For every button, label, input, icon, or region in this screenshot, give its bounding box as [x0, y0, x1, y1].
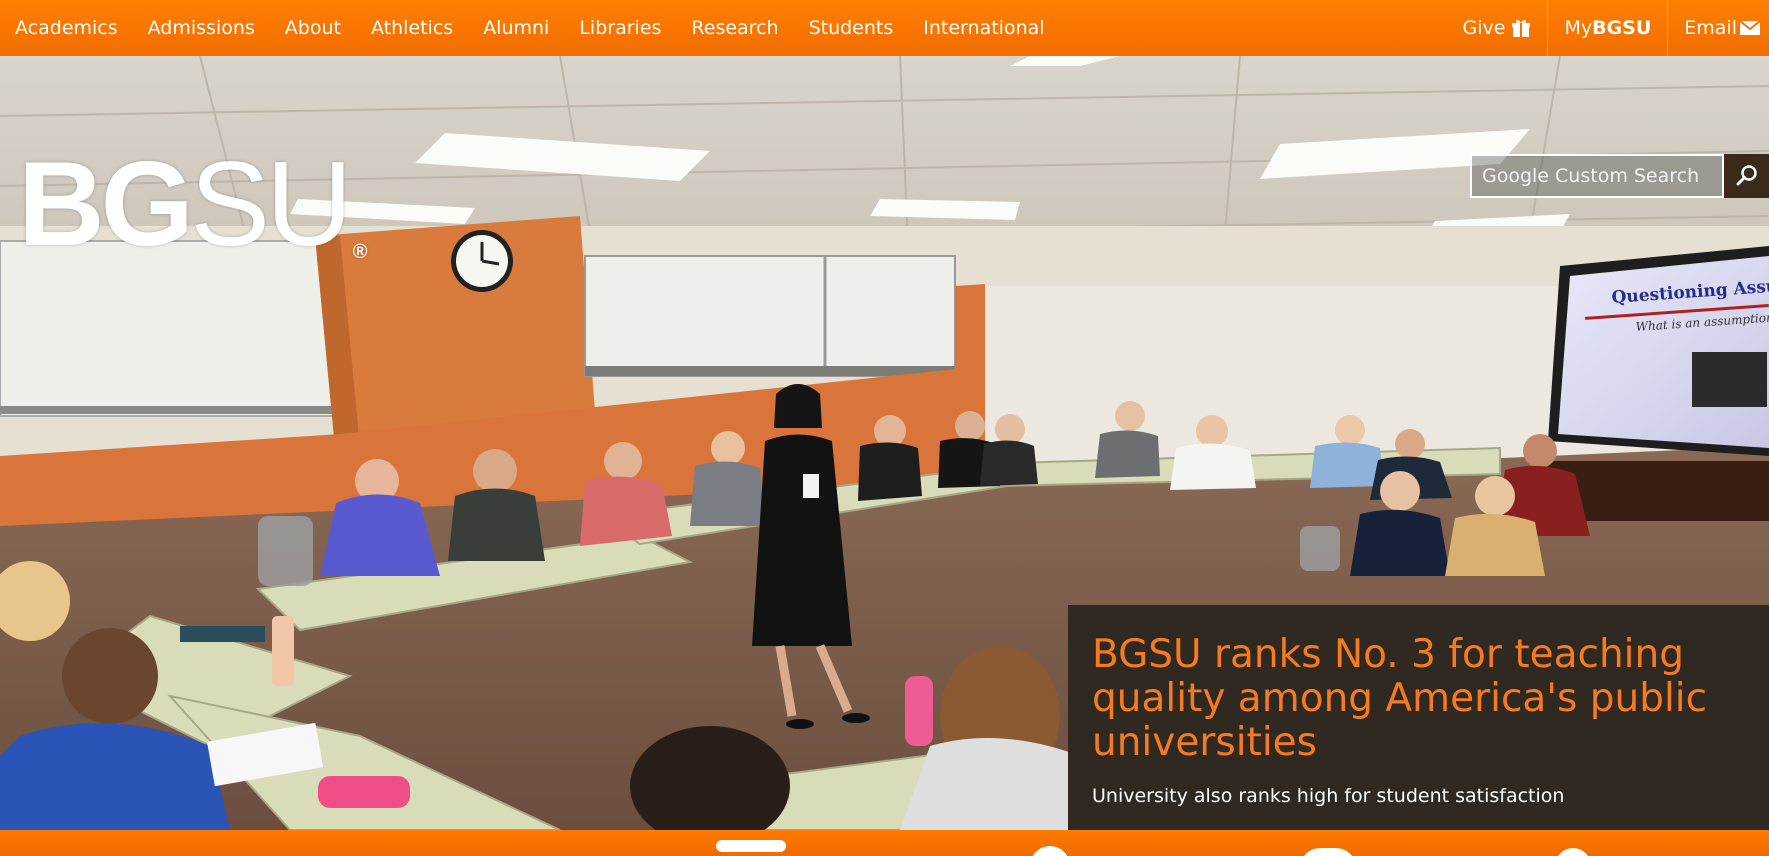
nav-link-students[interactable]: Students: [794, 0, 909, 56]
primary-nav: Academics Admissions About Athletics Alu…: [0, 0, 1060, 56]
search-input[interactable]: [1470, 154, 1724, 198]
nav-item-mybgsu: My BGSU: [1547, 0, 1667, 56]
utility-nav: Give My BGSU Email: [1447, 0, 1769, 56]
mybgsu-prefix: My: [1564, 17, 1593, 39]
nav-item-international: International: [908, 0, 1059, 56]
nav-link-libraries[interactable]: Libraries: [564, 0, 676, 56]
quicklink-icon-peek: [716, 840, 786, 852]
email-label: Email: [1684, 17, 1737, 39]
envelope-icon: [1739, 19, 1761, 37]
nav-link-athletics[interactable]: Athletics: [356, 0, 468, 56]
top-navigation: Academics Admissions About Athletics Alu…: [0, 0, 1769, 56]
nav-item-students: Students: [794, 0, 909, 56]
nav-item-admissions: Admissions: [133, 0, 270, 56]
quicklink-icon-peek: [1030, 846, 1070, 856]
mybgsu-link[interactable]: My BGSU: [1548, 0, 1667, 56]
nav-link-international[interactable]: International: [908, 0, 1059, 56]
logo-registered-mark: ®: [352, 241, 368, 263]
nav-item-research: Research: [676, 0, 793, 56]
nav-item-athletics: Athletics: [356, 0, 468, 56]
feature-headline[interactable]: BGSU ranks No. 3 for teaching quality am…: [1092, 633, 1745, 765]
nav-item-libraries: Libraries: [564, 0, 676, 56]
logo-su-text: SU: [190, 137, 353, 271]
site-search: [1470, 154, 1769, 198]
nav-link-academics[interactable]: Academics: [0, 0, 133, 56]
gift-icon: [1511, 18, 1531, 38]
logo-bg-text: BG: [18, 137, 194, 271]
quicklink-icon-peek: [1555, 848, 1591, 856]
bottom-feature-bar: [0, 830, 1769, 856]
nav-link-alumni[interactable]: Alumni: [468, 0, 564, 56]
give-label: Give: [1462, 17, 1506, 39]
nav-item-give: Give: [1447, 0, 1548, 56]
bgsu-logo[interactable]: BG SU ®: [18, 144, 367, 264]
nav-item-academics: Academics: [0, 0, 133, 56]
hero-section: Questioning Assumpt What is an assumptio…: [0, 56, 1769, 830]
feature-subtext: University also ranks high for student s…: [1092, 785, 1565, 807]
search-button[interactable]: [1724, 154, 1769, 198]
feature-story-panel[interactable]: BGSU ranks No. 3 for teaching quality am…: [1068, 605, 1769, 830]
nav-item-email: Email: [1667, 0, 1769, 56]
email-link[interactable]: Email: [1668, 0, 1769, 56]
mybgsu-strong: BGSU: [1592, 17, 1652, 39]
give-link[interactable]: Give: [1447, 0, 1548, 56]
nav-link-admissions[interactable]: Admissions: [133, 0, 270, 56]
search-icon: [1736, 164, 1758, 189]
nav-item-about: About: [270, 0, 356, 56]
nav-item-alumni: Alumni: [468, 0, 564, 56]
nav-link-about[interactable]: About: [270, 0, 356, 56]
quicklink-icon-peek: [1300, 848, 1356, 856]
nav-link-research[interactable]: Research: [676, 0, 793, 56]
